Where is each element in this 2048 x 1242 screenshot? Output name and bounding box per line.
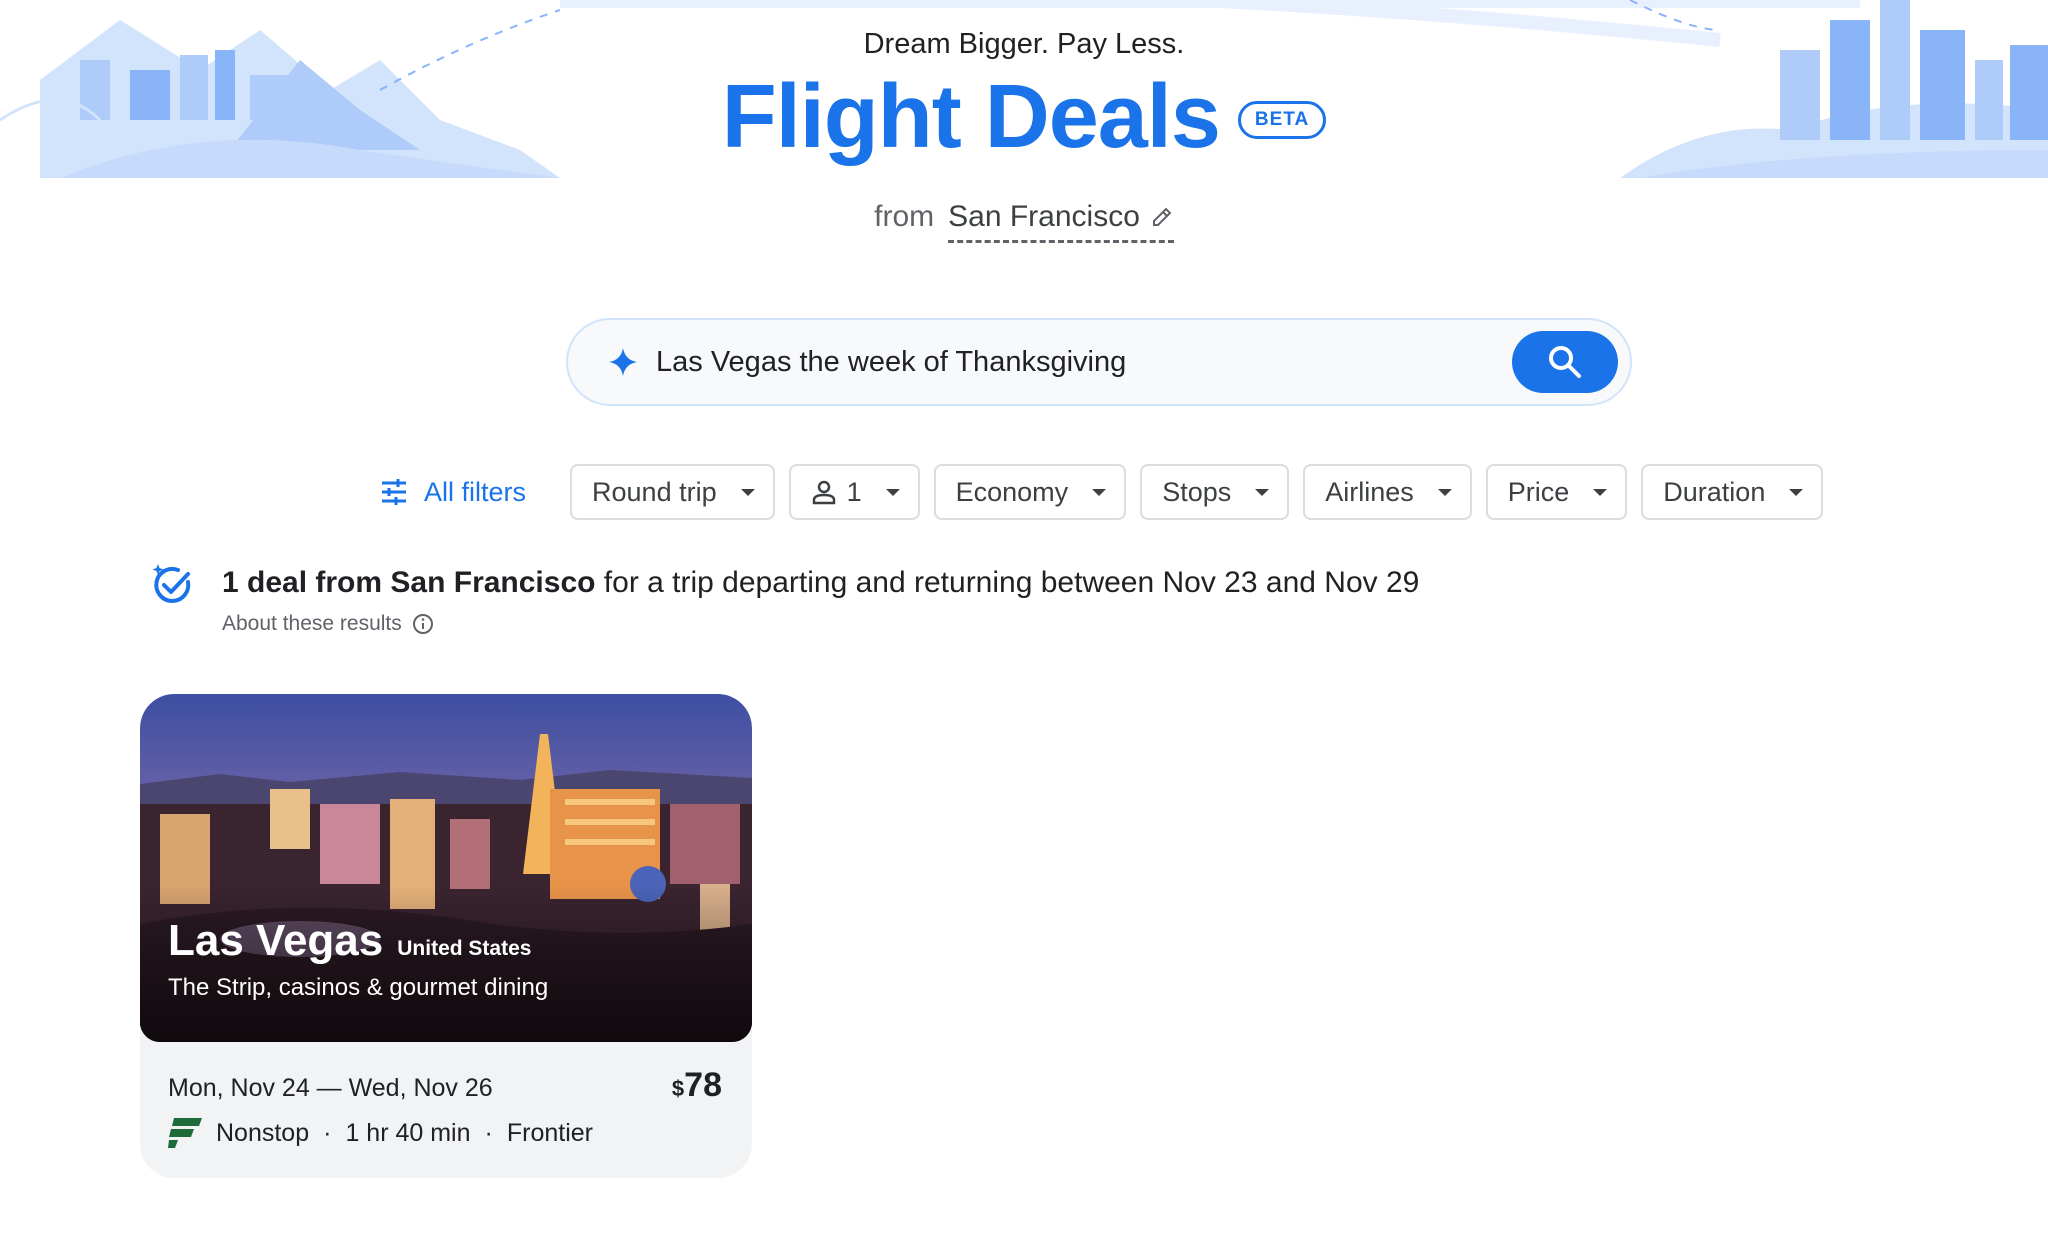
deal-price: $ 78 <box>672 1066 722 1105</box>
destination-description: The Strip, casinos & gourmet dining <box>168 974 549 1001</box>
person-icon <box>812 480 835 505</box>
separator-dot: · <box>484 1118 493 1147</box>
flight-details: Nonstop · 1 hr 40 min · Frontier <box>168 1118 593 1148</box>
destination-heading: Las Vegas United States <box>168 916 531 966</box>
flight-duration: 1 hr 40 min <box>345 1118 471 1147</box>
airline-name: Frontier <box>506 1118 593 1147</box>
about-results-label: About these results <box>222 612 402 635</box>
search-icon <box>1549 346 1581 378</box>
destination-country: United States <box>397 937 532 960</box>
chevron-down-icon <box>740 488 755 496</box>
chevron-down-icon <box>1255 488 1270 496</box>
pencil-icon <box>1152 207 1172 226</box>
chevron-down-icon <box>1437 488 1452 496</box>
beta-badge: BETA <box>1237 101 1327 139</box>
chip-label: Stops <box>1162 476 1232 507</box>
filter-bar: All filters Round trip 1 Economy Stops A… <box>374 464 1837 520</box>
chevron-down-icon <box>1092 488 1107 496</box>
chip-label: Duration <box>1663 476 1766 507</box>
results-summary: 1 deal from San Francisco for a trip dep… <box>150 562 1419 636</box>
airlines-dropdown[interactable]: Airlines <box>1303 464 1472 520</box>
passengers-dropdown[interactable]: 1 <box>788 464 920 520</box>
sparkle-icon <box>609 348 637 376</box>
stops-dropdown[interactable]: Stops <box>1140 464 1290 520</box>
origin-row: from San Francisco <box>0 200 2048 243</box>
chevron-down-icon <box>1789 488 1804 496</box>
all-filters-button[interactable]: All filters <box>374 464 532 520</box>
price-dropdown[interactable]: Price <box>1485 464 1628 520</box>
cabin-class-dropdown[interactable]: Economy <box>933 464 1127 520</box>
destination-photo: Las Vegas United States The Strip, casin… <box>140 694 752 1042</box>
chip-label: Economy <box>955 476 1069 507</box>
chip-label: Price <box>1507 476 1570 507</box>
results-headline: 1 deal from San Francisco for a trip dep… <box>222 562 1419 604</box>
duration-dropdown[interactable]: Duration <box>1641 464 1824 520</box>
page-title: Flight Deals <box>721 67 1221 167</box>
trip-dates: Mon, Nov 24 — Wed, Nov 26 <box>168 1074 493 1102</box>
results-count: 1 deal from San Francisco <box>222 566 596 599</box>
origin-value: San Francisco <box>948 200 1140 233</box>
info-icon <box>412 614 433 634</box>
chevron-down-icon <box>885 488 900 496</box>
price-currency: $ <box>671 1076 685 1101</box>
destination-city: Las Vegas <box>168 916 384 965</box>
results-range: for a trip departing and returning betwe… <box>595 566 1420 599</box>
chip-label: 1 <box>846 476 862 507</box>
frontier-logo-icon <box>168 1118 202 1148</box>
search-bar <box>566 318 1632 406</box>
from-label: from <box>874 200 935 233</box>
origin-selector[interactable]: San Francisco <box>948 200 1174 243</box>
deal-card[interactable]: Las Vegas United States The Strip, casin… <box>140 694 752 1178</box>
about-results-link[interactable]: About these results <box>222 612 1419 636</box>
chip-label: Airlines <box>1325 476 1414 507</box>
stops-label: Nonstop <box>216 1118 310 1147</box>
check-sparkle-icon <box>152 564 191 603</box>
search-input[interactable] <box>656 345 1512 379</box>
price-amount: 78 <box>684 1066 722 1104</box>
tagline: Dream Bigger. Pay Less. <box>863 28 1185 60</box>
title-row: Flight Deals BETA <box>0 72 2048 162</box>
chip-label: Round trip <box>592 476 717 507</box>
separator-dot: · <box>323 1118 332 1147</box>
tune-icon <box>382 479 406 505</box>
trip-type-dropdown[interactable]: Round trip <box>570 464 775 520</box>
chevron-down-icon <box>1593 488 1608 496</box>
search-button[interactable] <box>1512 331 1618 393</box>
all-filters-label: All filters <box>424 476 527 507</box>
